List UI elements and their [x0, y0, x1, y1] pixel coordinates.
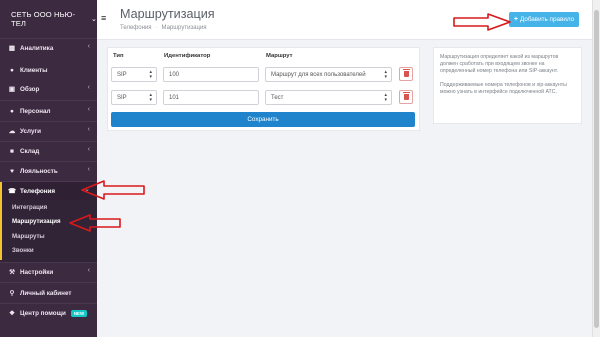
sidebar-item-warehouse[interactable]: ■ Склад ‹	[0, 142, 97, 160]
scrollbar-thumb[interactable]	[594, 10, 599, 328]
updown-icon: ▴ ▾	[384, 69, 387, 80]
breadcrumb-item[interactable]: Телефония	[120, 25, 152, 31]
box-icon: ■	[10, 147, 14, 155]
add-rule-button[interactable]: + Добавить правило	[509, 12, 579, 27]
page-header: ≡ Маршрутизация Телефония · Маршрутизация …	[97, 0, 600, 40]
active-indicator	[0, 182, 2, 260]
users-icon: ●	[10, 66, 14, 74]
sidebar-item-services[interactable]: ☁ Услуги ‹	[0, 122, 97, 140]
new-badge: NEW	[70, 309, 88, 317]
updown-icon: ▴ ▾	[384, 92, 387, 103]
hamburger-icon[interactable]: ≡	[101, 13, 106, 23]
info-card: Маршрутизация определяет какой из маршру…	[433, 47, 582, 124]
chevron-left-icon: ‹	[87, 267, 90, 274]
vertical-scrollbar[interactable]	[592, 0, 600, 337]
chevron-left-icon: ‹	[87, 84, 90, 91]
sidebar-item-label: Телефония	[20, 187, 56, 195]
delete-row-button[interactable]	[399, 90, 413, 104]
sidebar-item-account[interactable]: ⚲ Личный кабинет	[0, 284, 97, 302]
trash-icon	[402, 69, 410, 77]
sidebar: СЕТЬ ООО НЬЮ-ТЕЛ ⌄ ▩ Аналитика ‹ ● Клиен…	[0, 0, 97, 337]
info-text: Маршрутизация определяет какой из маршру…	[440, 54, 559, 74]
phone-icon: ☎	[8, 188, 17, 195]
heart-icon: ♥	[10, 167, 14, 175]
annotation-arrow-left	[81, 180, 145, 200]
chevron-left-icon: ‹	[87, 126, 90, 133]
updown-icon: ▴ ▾	[149, 92, 152, 103]
breadcrumb-separator: ·	[155, 25, 158, 31]
sidebar-item-label: Склад	[20, 147, 40, 155]
help-icon: ❖	[9, 310, 15, 317]
sidebar-item-clients[interactable]: ● Клиенты	[0, 61, 97, 79]
org-switcher[interactable]: СЕТЬ ООО НЬЮ-ТЕЛ ⌄	[0, 0, 97, 38]
page-title: Маршрутизация	[120, 7, 215, 21]
delete-row-button[interactable]	[399, 67, 413, 81]
sidebar-item-help[interactable]: ❖ Центр помощи NEW	[0, 304, 97, 322]
divider	[0, 100, 97, 101]
route-select-value: Тест	[271, 94, 284, 101]
dashboard-icon: ▣	[8, 86, 16, 93]
sidebar-item-label: Личный кабинет	[20, 289, 72, 297]
type-select-value: SIP	[117, 71, 127, 78]
type-select[interactable]: SIP ▴ ▾	[111, 67, 157, 82]
sidebar-item-label: Клиенты	[20, 66, 48, 74]
divider	[0, 282, 97, 283]
save-button[interactable]: Сохранить	[111, 112, 415, 127]
sidebar-item-loyalty[interactable]: ♥ Лояльность ‹	[0, 162, 97, 180]
sidebar-item-overview[interactable]: ▣ Обзор ‹	[0, 80, 97, 98]
sidebar-item-label: Персонал	[20, 107, 51, 115]
identifier-value: 101	[169, 94, 180, 101]
route-select[interactable]: Тест ▴ ▾	[265, 90, 392, 105]
chart-icon: ▩	[8, 45, 16, 52]
chevron-left-icon: ‹	[87, 146, 90, 153]
chevron-left-icon: ‹	[87, 166, 90, 173]
wrench-icon: ⚒	[9, 269, 15, 276]
org-name: СЕТЬ ООО НЬЮ-ТЕЛ	[11, 10, 76, 28]
route-select[interactable]: Маршрут для всех пользователей ▴ ▾	[265, 67, 392, 82]
sidebar-item-label: Услуги	[20, 127, 41, 135]
info-text: Поддерживаемые номера телефонов и sip-ак…	[440, 82, 567, 95]
submenu-item-routing[interactable]: Маршрутизация	[12, 218, 61, 225]
sidebar-item-label: Лояльность	[20, 167, 58, 175]
submenu-item-routes[interactable]: Маршруты	[12, 233, 45, 240]
updown-icon: ▴ ▾	[149, 69, 152, 80]
sidebar-item-staff[interactable]: ● Персонал ‹	[0, 102, 97, 120]
identifier-input[interactable]: 100	[163, 67, 259, 82]
sidebar-item-settings[interactable]: ⚒ Настройки ‹	[0, 263, 97, 281]
sidebar-item-label: Обзор	[20, 85, 40, 93]
sidebar-item-analytics[interactable]: ▩ Аналитика ‹	[0, 39, 97, 57]
identifier-input[interactable]: 101	[163, 90, 259, 105]
annotation-arrow-right	[453, 13, 511, 31]
plus-icon: +	[513, 16, 518, 23]
column-header-route: Маршрут	[266, 53, 293, 59]
sidebar-item-label: Центр помощи	[20, 309, 66, 317]
route-select-value: Маршрут для всех пользователей	[271, 71, 366, 78]
sidebar-item-label: Настройки	[20, 268, 54, 276]
breadcrumb: Телефония · Маршрутизация	[120, 25, 207, 31]
breadcrumb-item: Маршрутизация	[161, 25, 207, 31]
chevron-left-icon: ‹	[87, 43, 90, 50]
type-select-value: SIP	[117, 94, 127, 101]
submenu-item-calls[interactable]: Звонки	[12, 247, 34, 254]
column-header-identifier: Идентификатор	[164, 53, 211, 59]
key-icon: ⚲	[9, 290, 15, 297]
type-select[interactable]: SIP ▴ ▾	[111, 90, 157, 105]
column-header-type: Тип	[113, 53, 124, 59]
cart-icon: ☁	[8, 128, 16, 135]
trash-icon	[402, 92, 410, 100]
person-icon: ●	[10, 107, 14, 115]
annotation-arrow-left	[69, 214, 121, 232]
add-rule-label: Добавить правило	[519, 16, 575, 23]
chevron-left-icon: ‹	[87, 106, 90, 113]
sidebar-item-label: Аналитика	[20, 44, 54, 52]
identifier-value: 100	[169, 71, 180, 78]
submenu-item-integration[interactable]: Интеграция	[12, 204, 47, 211]
